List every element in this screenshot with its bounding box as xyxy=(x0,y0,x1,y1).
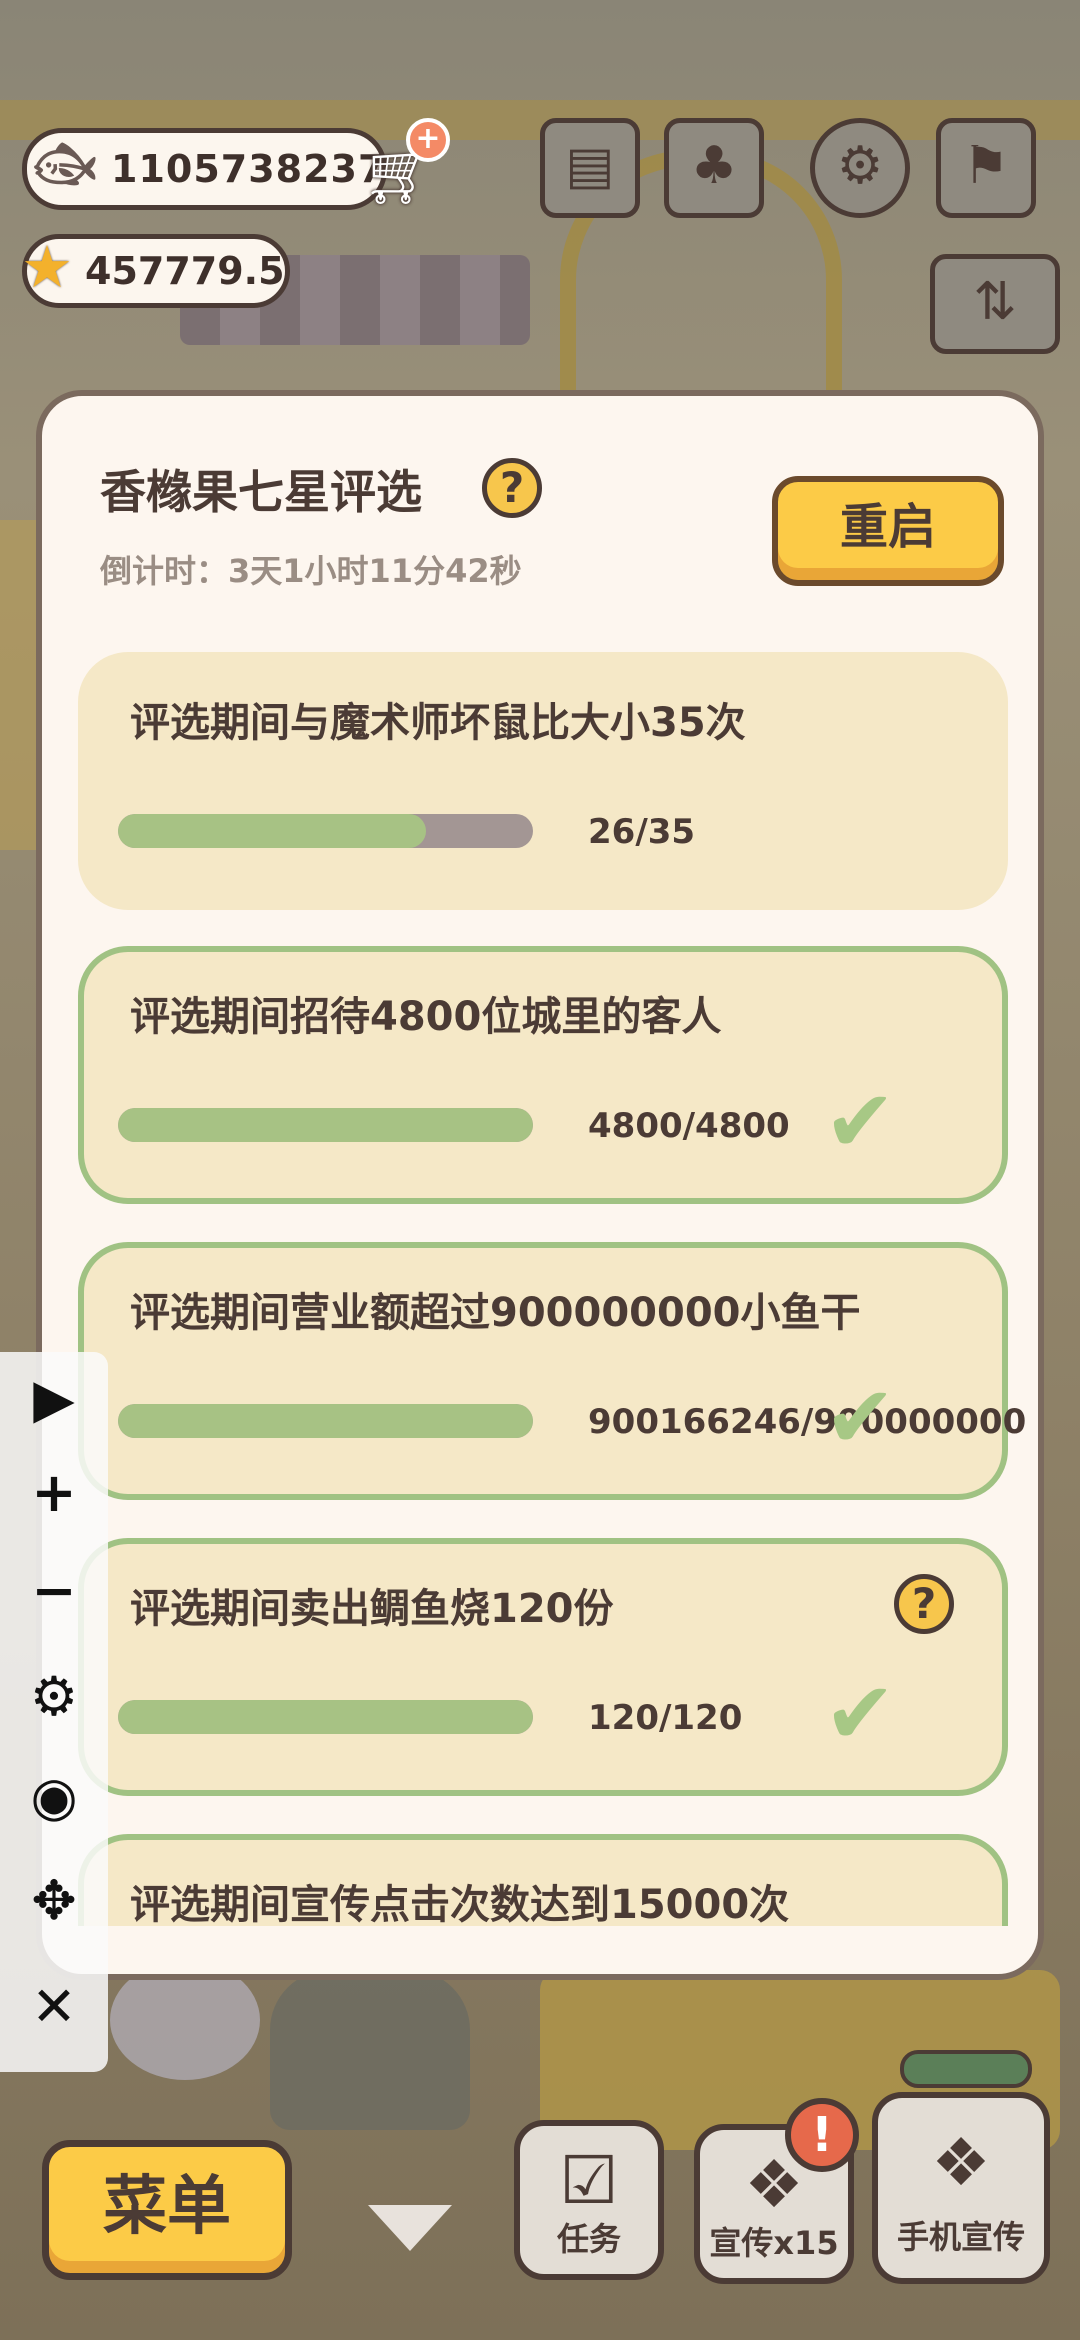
paw-card-icon: ❖ xyxy=(931,2124,991,2201)
play-icon[interactable]: ▶ xyxy=(0,1354,108,1444)
event-panel: 香橼果七星评选 ? 倒计时：3天1小时11分42秒 重启 评选期间与魔术师坏鼠比… xyxy=(36,390,1044,1980)
task-progress-text: 26/35 xyxy=(588,812,696,852)
event-countdown: 倒计时：3天1小时11分42秒 xyxy=(100,552,522,590)
task-progress-text: 900166246/900000000 xyxy=(588,1402,1027,1442)
task-label: 评选期间营业额超过900000000小鱼干 xyxy=(130,1290,861,1336)
star-currency-value: 457779.5 xyxy=(85,249,285,293)
star-icon: ★ xyxy=(21,233,73,301)
map-icon[interactable]: ⚑ xyxy=(936,118,1036,218)
task-progress-text: 120/120 xyxy=(588,1698,743,1738)
phone-promo-button[interactable]: ❖ 手机宣传 xyxy=(872,2092,1050,2284)
menu-button[interactable]: 菜单 xyxy=(42,2140,292,2280)
task-button[interactable]: ☑ 任务 xyxy=(514,2120,664,2280)
question-icon[interactable]: ? xyxy=(482,458,542,518)
gear-icon[interactable]: ⚙ xyxy=(0,1652,108,1742)
close-icon[interactable]: ✕ xyxy=(0,1962,108,2052)
gear-icon[interactable]: ⚙ xyxy=(810,118,910,218)
task-label: 评选期间招待4800位城里的客人 xyxy=(130,994,722,1040)
task-card-1: 评选期间与魔术师坏鼠比大小35次 26/35 xyxy=(78,652,1008,910)
task-progress-bar xyxy=(118,1700,533,1734)
task-progress-fill xyxy=(118,1404,533,1438)
task-list[interactable]: 评选期间与魔术师坏鼠比大小35次 26/35 评选期间招待4800位城里的客人 … xyxy=(42,652,1038,1926)
eye-icon[interactable]: ◉ xyxy=(0,1752,108,1842)
task-label: 评选期间与魔术师坏鼠比大小35次 xyxy=(130,700,746,746)
news-icon[interactable]: ▤ xyxy=(540,118,640,218)
task-progress-fill xyxy=(118,1108,533,1142)
question-icon[interactable]: ? xyxy=(894,1574,954,1634)
plus-icon: + xyxy=(406,118,450,162)
move-icon[interactable]: ✥ xyxy=(0,1856,108,1946)
chevron-down-icon[interactable] xyxy=(368,2205,452,2251)
task-card-5: 评选期间宣传点击次数达到15000次 xyxy=(78,1834,1008,1926)
task-button-label: 任务 xyxy=(556,2220,621,2258)
minus-icon[interactable]: − xyxy=(0,1546,108,1636)
alert-badge: ! xyxy=(785,2098,859,2172)
task-card-3: 评选期间营业额超过900000000小鱼干 900166246/90000000… xyxy=(78,1242,1026,1500)
phone-promo-label: 手机宣传 xyxy=(896,2218,1025,2256)
task-progress-bar xyxy=(118,1404,533,1438)
event-title: 香橼果七星评选 xyxy=(100,465,422,519)
task-card-2: 评选期间招待4800位城里的客人 4800/4800 ✔ xyxy=(78,946,1008,1204)
album-icon[interactable]: ♣ xyxy=(664,118,764,218)
shop-cart-button[interactable]: 🛒︎ + xyxy=(362,118,452,209)
star-currency-display: ★ 457779.5 xyxy=(21,233,290,308)
mini-progress-bar xyxy=(900,2050,1032,2088)
promo-button-label: 宣传x15 xyxy=(709,2224,839,2262)
checkmark-icon: ✔ xyxy=(824,1368,897,1468)
fish-currency-value: 1105738237 xyxy=(111,147,386,191)
fish-icon: 🐟︎ xyxy=(33,135,97,193)
task-label: 评选期间宣传点击次数达到15000次 xyxy=(130,1882,790,1926)
checkmark-icon: ✔ xyxy=(824,1664,897,1764)
task-progress-bar xyxy=(118,814,533,848)
sort-icon[interactable]: ⇅ xyxy=(930,254,1060,354)
task-label: 评选期间卖出鲷鱼烧120份 xyxy=(130,1586,614,1632)
floating-toolbar: ▶ + − ⚙ ◉ ✥ ✕ xyxy=(0,1352,108,2072)
fish-currency-display: 🐟︎ 1105738237 xyxy=(22,128,387,210)
cat-characters xyxy=(270,1970,470,2130)
plus-icon[interactable]: + xyxy=(0,1448,108,1538)
task-card-4: 评选期间卖出鲷鱼烧120份 ? 120/120 ✔ xyxy=(78,1538,1008,1796)
task-progress-text: 4800/4800 xyxy=(588,1106,790,1146)
task-progress-fill xyxy=(118,814,427,848)
checkmark-icon: ✔ xyxy=(824,1072,897,1172)
task-progress-fill xyxy=(118,1700,533,1734)
restart-button[interactable]: 重启 xyxy=(772,476,1004,586)
checklist-icon: ☑ xyxy=(559,2142,619,2219)
task-progress-bar xyxy=(118,1108,533,1142)
